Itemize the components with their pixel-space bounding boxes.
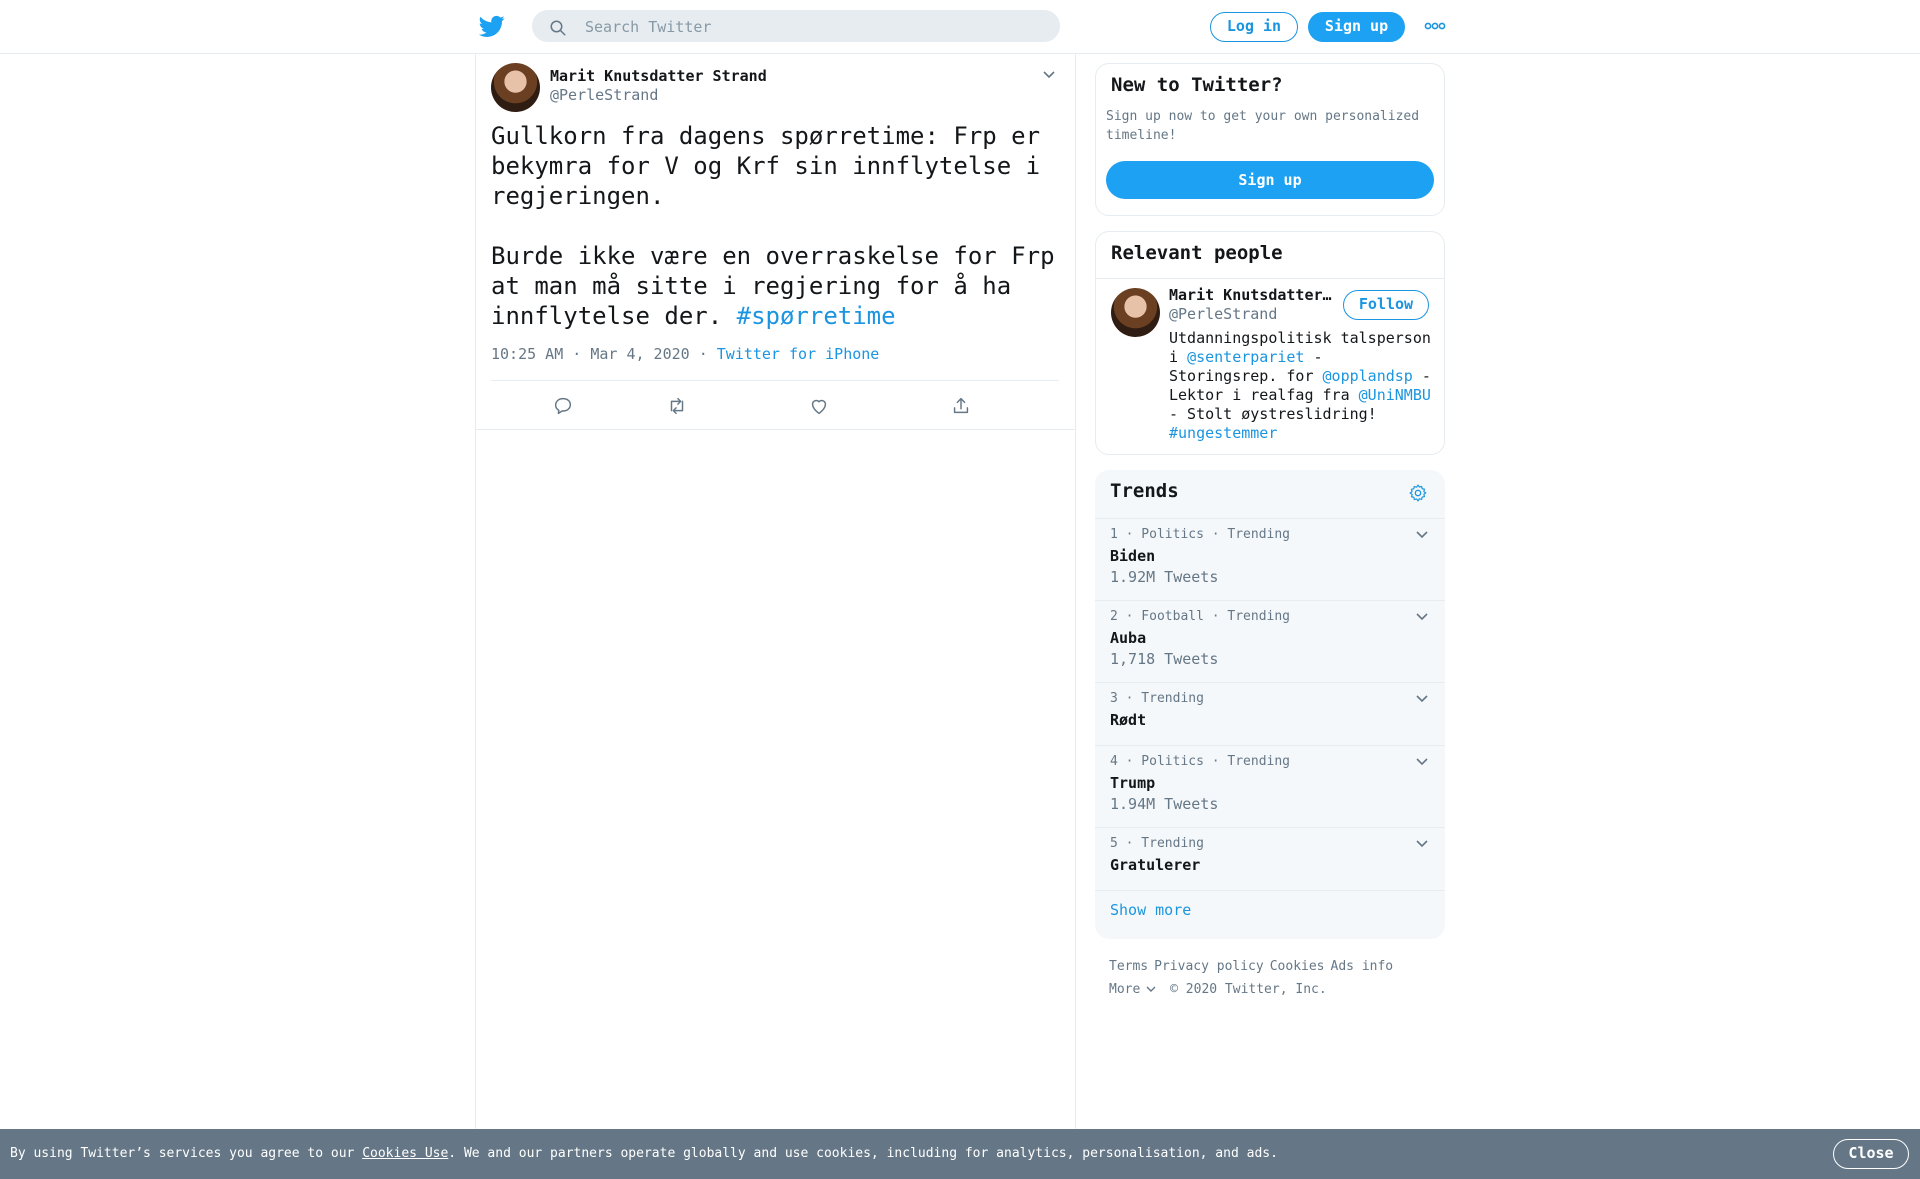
trend-item[interactable]: 1 · Politics · Trending Biden 1.92M Twee… <box>1095 518 1445 601</box>
person-avatar[interactable] <box>1111 288 1160 337</box>
like-heart-icon[interactable] <box>808 395 830 417</box>
cookie-message: By using Twitter’s services you agree to… <box>10 1146 1278 1161</box>
login-button[interactable]: Log in <box>1210 12 1298 42</box>
person-handle[interactable]: @PerleStrand <box>1169 305 1277 323</box>
signup-description: Sign up now to get your own personalized… <box>1106 109 1420 143</box>
reply-icon[interactable] <box>552 395 574 417</box>
trend-name[interactable]: Trump <box>1110 774 1155 792</box>
trend-meta: 5 · Trending <box>1110 836 1204 851</box>
trend-item[interactable]: 5 · Trending Gratulerer <box>1095 827 1445 891</box>
follow-button[interactable]: Follow <box>1343 290 1429 320</box>
copyright: © 2020 Twitter, Inc. <box>1170 982 1327 997</box>
tweet-body: Gullkorn fra dagens spørretime: Frp er b… <box>491 122 1055 330</box>
search-icon <box>550 20 566 36</box>
tweet-actions <box>491 380 1059 430</box>
trend-item[interactable]: 3 · Trending Rødt <box>1095 682 1445 746</box>
tweet-timestamp[interactable]: 10:25 AM · Mar 4, 2020 <box>491 345 690 363</box>
relevant-people-card: Relevant people Marit Knutsdatter Strand… <box>1095 231 1445 455</box>
trend-name[interactable]: Rødt <box>1110 711 1146 729</box>
new-to-twitter-card: New to Twitter? Sign up now to get your … <box>1095 63 1445 216</box>
cookie-consent-bar: By using Twitter’s services you agree to… <box>0 1129 1920 1179</box>
cookies-use-link[interactable]: Cookies Use <box>362 1146 448 1161</box>
chevron-down-icon[interactable] <box>1415 757 1429 767</box>
card-title: Relevant people <box>1111 242 1283 264</box>
cookie-text: By using Twitter’s services you agree to… <box>10 1146 363 1161</box>
person-name[interactable]: Marit Knutsdatter Strand <box>1169 286 1335 304</box>
more-menu[interactable]: More <box>1109 982 1156 997</box>
hashtag-link[interactable]: #ungestemmer <box>1169 424 1277 442</box>
mention-link[interactable]: @senterpariet <box>1187 348 1304 366</box>
tweet-column: Marit Knutsdatter Strand @PerleStrand Gu… <box>475 53 1076 1129</box>
chevron-down-icon[interactable] <box>1415 839 1429 849</box>
trend-count: 1.94M Tweets <box>1110 795 1219 813</box>
retweet-icon[interactable] <box>666 395 688 417</box>
hashtag-link[interactable]: #spørretime <box>737 302 896 330</box>
privacy-link[interactable]: Privacy policy <box>1154 959 1264 974</box>
trend-name[interactable]: Gratulerer <box>1110 856 1200 874</box>
settings-gear-icon[interactable] <box>1408 483 1428 503</box>
card-title: New to Twitter? <box>1111 74 1283 96</box>
trend-item[interactable]: 2 · Football · Trending Auba 1,718 Tweet… <box>1095 600 1445 683</box>
search-box[interactable] <box>532 10 1060 42</box>
author-name[interactable]: Marit Knutsdatter Strand <box>550 67 767 85</box>
trends-card: Trends 1 · Politics · Trending Biden 1.9… <box>1095 470 1445 939</box>
chevron-down-icon[interactable] <box>1415 694 1429 704</box>
cookie-text: . We and our partners operate globally a… <box>448 1146 1278 1161</box>
trend-meta: 1 · Politics · Trending <box>1110 527 1291 542</box>
close-cookie-button[interactable]: Close <box>1833 1139 1909 1169</box>
chevron-down-icon <box>1146 986 1156 992</box>
twitter-logo-icon[interactable] <box>479 13 505 39</box>
share-icon[interactable] <box>950 395 972 417</box>
trend-name[interactable]: Biden <box>1110 547 1155 565</box>
chevron-down-icon[interactable] <box>1041 69 1057 81</box>
divider <box>1096 278 1444 279</box>
show-more-link[interactable]: Show more <box>1110 901 1191 919</box>
cookies-link[interactable]: Cookies <box>1270 959 1325 974</box>
trend-name[interactable]: Auba <box>1110 629 1146 647</box>
divider <box>476 429 1075 430</box>
footer-links: Terms Privacy policy Cookies Ads info More … <box>1109 955 1449 1001</box>
chevron-down-icon[interactable] <box>1415 530 1429 540</box>
mention-link[interactable]: @UniNMBU <box>1359 386 1431 404</box>
tweet-meta: 10:25 AM · Mar 4, 2020 · Twitter for iPh… <box>491 345 879 363</box>
person-bio: Utdanningspolitisk talsperson i @senterp… <box>1169 329 1439 443</box>
trend-meta: 2 · Football · Trending <box>1110 609 1291 624</box>
signup-button-large[interactable]: Sign up <box>1106 161 1434 199</box>
search-input[interactable] <box>583 15 1047 39</box>
terms-link[interactable]: Terms <box>1109 959 1148 974</box>
ads-info-link[interactable]: Ads info <box>1331 959 1394 974</box>
tweet-text: Gullkorn fra dagens spørretime: Frp er b… <box>491 121 1061 331</box>
signup-button[interactable]: Sign up <box>1308 12 1405 42</box>
author-avatar[interactable] <box>491 63 540 112</box>
tweet-source-link[interactable]: Twitter for iPhone <box>717 345 880 363</box>
trend-count: 1,718 Tweets <box>1110 650 1219 668</box>
more-label: More <box>1109 982 1141 997</box>
trends-header: Trends <box>1095 470 1445 519</box>
more-options-icon[interactable] <box>1424 20 1446 32</box>
trend-item[interactable]: 4 · Politics · Trending Trump 1.94M Twee… <box>1095 745 1445 828</box>
trend-meta: 4 · Politics · Trending <box>1110 754 1291 769</box>
top-nav: Log in Sign up <box>0 0 1920 54</box>
trend-count: 1.92M Tweets <box>1110 568 1219 586</box>
card-title: Trends <box>1110 480 1179 502</box>
author-handle[interactable]: @PerleStrand <box>550 86 658 104</box>
trend-meta: 3 · Trending <box>1110 691 1204 706</box>
mention-link[interactable]: @opplandsp <box>1323 367 1413 385</box>
chevron-down-icon[interactable] <box>1415 612 1429 622</box>
bio-text: - Stolt øystreslidring! <box>1169 405 1377 423</box>
meta-separator: · <box>689 345 717 363</box>
